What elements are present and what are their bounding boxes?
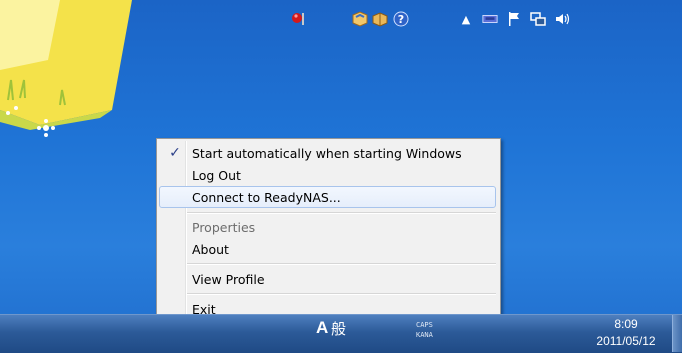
- caps-kana-indicator: CAPS KANA: [416, 320, 433, 340]
- kana-label: KANA: [416, 331, 433, 339]
- menu-item-label: Properties: [192, 220, 256, 235]
- menu-item-properties: Properties: [159, 216, 496, 238]
- menu-item-label: Start automatically when starting Window…: [192, 146, 462, 161]
- svg-text:?: ?: [398, 13, 404, 26]
- tray-action-center[interactable]: [506, 0, 522, 38]
- ime-pad-icon: [352, 11, 368, 27]
- volume-icon: [554, 11, 570, 27]
- menu-item-label: Connect to ReadyNAS...: [192, 190, 341, 205]
- clock-date: 2011/05/12: [596, 334, 656, 348]
- show-hidden-icons-icon: ▲: [461, 12, 471, 26]
- help-icon: ?: [393, 11, 409, 27]
- menu-separator: [187, 212, 496, 214]
- menu-item-label: Log Out: [192, 168, 241, 183]
- ime-mode-indicator[interactable]: A: [316, 318, 328, 338]
- network-icon: [530, 11, 546, 27]
- taskbar-clock[interactable]: 8:09 2011/05/12: [580, 316, 672, 350]
- wallpaper-art: [0, 0, 132, 137]
- network-adapter-icon: [482, 11, 498, 27]
- menu-item-view-profile[interactable]: View Profile: [159, 268, 496, 290]
- tray-ime-pad[interactable]: [352, 0, 368, 38]
- menu-item-start-automatically[interactable]: ✓ Start automatically when starting Wind…: [159, 142, 496, 164]
- red-pin-icon: [290, 11, 306, 27]
- context-menu: ✓ Start automatically when starting Wind…: [156, 138, 501, 323]
- tray-network[interactable]: [530, 0, 546, 38]
- dictionary-icon: [372, 11, 388, 27]
- show-desktop-button[interactable]: [672, 315, 682, 352]
- menu-item-log-out[interactable]: Log Out: [159, 164, 496, 186]
- action-center-flag-icon: [506, 11, 522, 27]
- menu-separator: [187, 263, 496, 265]
- tray-red-pin[interactable]: [290, 0, 306, 38]
- tray-help[interactable]: ?: [393, 0, 409, 38]
- clock-time: 8:09: [614, 317, 638, 331]
- menu-separator: [187, 293, 496, 295]
- tray-network-adapter[interactable]: [482, 0, 498, 38]
- menu-item-about[interactable]: About: [159, 238, 496, 260]
- caps-label: CAPS: [416, 321, 433, 329]
- show-hidden-icons-button[interactable]: ▲: [458, 0, 474, 38]
- checkmark-icon: ✓: [169, 145, 181, 161]
- tray-dictionary[interactable]: [372, 0, 388, 38]
- menu-item-label: About: [192, 242, 229, 257]
- menu-item-connect-to-readynas[interactable]: Connect to ReadyNAS...: [159, 186, 496, 208]
- ime-kanji-indicator[interactable]: 般: [331, 318, 346, 339]
- menu-item-label: View Profile: [192, 272, 265, 287]
- tray-volume[interactable]: [554, 0, 570, 38]
